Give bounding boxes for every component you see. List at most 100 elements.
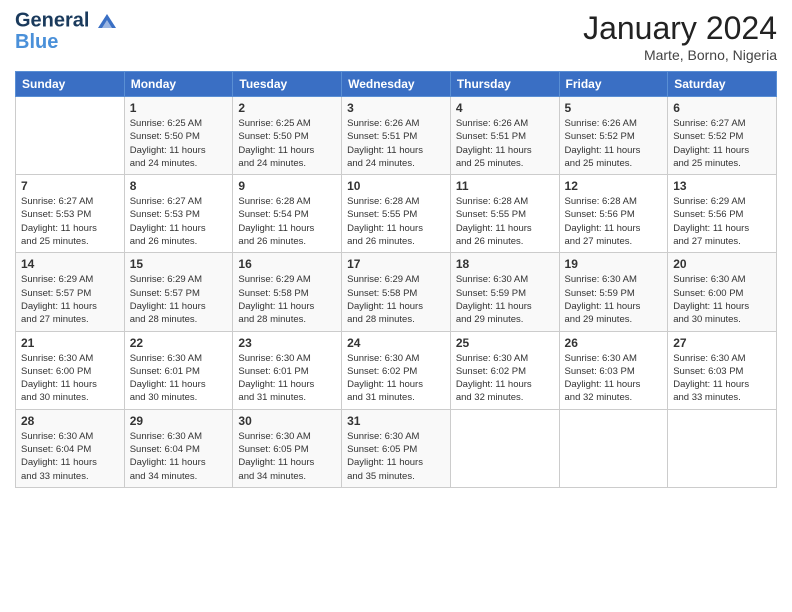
day-info: Sunrise: 6:30 AM Sunset: 5:59 PM Dayligh… [456,273,554,326]
calendar-cell: 13 Sunrise: 6:29 AM Sunset: 5:56 PM Dayli… [668,175,777,253]
day-number: 13 [673,179,771,193]
day-info: Sunrise: 6:28 AM Sunset: 5:55 PM Dayligh… [347,195,445,248]
calendar-cell: 15 Sunrise: 6:29 AM Sunset: 5:57 PM Dayli… [124,253,233,331]
calendar-cell: 27Sunrise: 6:30 AM Sunset: 6:03 PM Dayli… [668,331,777,409]
day-number: 11 [456,179,554,193]
calendar-cell: 24Sunrise: 6:30 AM Sunset: 6:02 PM Dayli… [342,331,451,409]
calendar-cell: 25Sunrise: 6:30 AM Sunset: 6:02 PM Dayli… [450,331,559,409]
day-number: 3 [347,101,445,115]
day-info: Sunrise: 6:28 AM Sunset: 5:56 PM Dayligh… [565,195,663,248]
calendar-cell: 3 Sunrise: 6:26 AM Sunset: 5:51 PM Daylig… [342,97,451,175]
day-info: Sunrise: 6:30 AM Sunset: 6:01 PM Dayligh… [130,352,228,405]
day-number: 23 [238,336,336,350]
day-info: Sunrise: 6:26 AM Sunset: 5:51 PM Dayligh… [456,117,554,170]
calendar-cell [668,409,777,487]
day-info: Sunrise: 6:30 AM Sunset: 6:05 PM Dayligh… [238,430,336,483]
day-info: Sunrise: 6:29 AM Sunset: 5:57 PM Dayligh… [130,273,228,326]
day-info: Sunrise: 6:25 AM Sunset: 5:50 PM Dayligh… [130,117,228,170]
logo: General Blue [15,10,118,52]
calendar-cell: 17 Sunrise: 6:29 AM Sunset: 5:58 PM Dayli… [342,253,451,331]
day-info: Sunrise: 6:29 AM Sunset: 5:57 PM Dayligh… [21,273,119,326]
calendar-cell: 4 Sunrise: 6:26 AM Sunset: 5:51 PM Daylig… [450,97,559,175]
logo-icon [96,10,118,32]
calendar-cell: 30 Sunrise: 6:30 AM Sunset: 6:05 PM Dayli… [233,409,342,487]
calendar-cell: 16Sunrise: 6:29 AM Sunset: 5:58 PM Dayli… [233,253,342,331]
header: General Blue January 2024 Marte, Borno, … [15,10,777,63]
day-number: 19 [565,257,663,271]
calendar-cell: 10 Sunrise: 6:28 AM Sunset: 5:55 PM Dayli… [342,175,451,253]
day-info: Sunrise: 6:30 AM Sunset: 6:02 PM Dayligh… [347,352,445,405]
calendar-cell: 1 Sunrise: 6:25 AM Sunset: 5:50 PM Daylig… [124,97,233,175]
calendar-cell: 14 Sunrise: 6:29 AM Sunset: 5:57 PM Dayli… [16,253,125,331]
day-info: Sunrise: 6:30 AM Sunset: 6:03 PM Dayligh… [673,352,771,405]
calendar-cell: 29Sunrise: 6:30 AM Sunset: 6:04 PM Dayli… [124,409,233,487]
calendar-page: General Blue January 2024 Marte, Borno, … [0,0,792,612]
day-number: 4 [456,101,554,115]
calendar-cell: 7 Sunrise: 6:27 AM Sunset: 5:53 PM Daylig… [16,175,125,253]
day-number: 6 [673,101,771,115]
weekday-header-friday: Friday [559,72,668,97]
day-number: 10 [347,179,445,193]
day-number: 30 [238,414,336,428]
day-info: Sunrise: 6:30 AM Sunset: 6:01 PM Dayligh… [238,352,336,405]
day-info: Sunrise: 6:30 AM Sunset: 5:59 PM Dayligh… [565,273,663,326]
weekday-header-wednesday: Wednesday [342,72,451,97]
day-info: Sunrise: 6:30 AM Sunset: 6:05 PM Dayligh… [347,430,445,483]
calendar-cell: 2Sunrise: 6:25 AM Sunset: 5:50 PM Daylig… [233,97,342,175]
day-number: 8 [130,179,228,193]
weekday-header-monday: Monday [124,72,233,97]
day-info: Sunrise: 6:27 AM Sunset: 5:53 PM Dayligh… [130,195,228,248]
calendar-cell: 19 Sunrise: 6:30 AM Sunset: 5:59 PM Dayli… [559,253,668,331]
day-info: Sunrise: 6:30 AM Sunset: 6:00 PM Dayligh… [21,352,119,405]
day-number: 15 [130,257,228,271]
day-info: Sunrise: 6:27 AM Sunset: 5:53 PM Dayligh… [21,195,119,248]
day-number: 21 [21,336,119,350]
day-number: 12 [565,179,663,193]
calendar-cell: 6 Sunrise: 6:27 AM Sunset: 5:52 PM Daylig… [668,97,777,175]
week-row-5: 28 Sunrise: 6:30 AM Sunset: 6:04 PM Dayli… [16,409,777,487]
day-number: 14 [21,257,119,271]
day-info: Sunrise: 6:30 AM Sunset: 6:00 PM Dayligh… [673,273,771,326]
calendar-table: SundayMondayTuesdayWednesdayThursdayFrid… [15,71,777,488]
day-info: Sunrise: 6:29 AM Sunset: 5:58 PM Dayligh… [347,273,445,326]
day-number: 22 [130,336,228,350]
day-number: 26 [565,336,663,350]
calendar-cell: 12 Sunrise: 6:28 AM Sunset: 5:56 PM Dayli… [559,175,668,253]
day-number: 28 [21,414,119,428]
week-row-1: 1 Sunrise: 6:25 AM Sunset: 5:50 PM Daylig… [16,97,777,175]
day-number: 16 [238,257,336,271]
calendar-cell: 26 Sunrise: 6:30 AM Sunset: 6:03 PM Dayli… [559,331,668,409]
month-title: January 2024 [583,10,777,47]
day-number: 9 [238,179,336,193]
day-number: 31 [347,414,445,428]
day-info: Sunrise: 6:30 AM Sunset: 6:03 PM Dayligh… [565,352,663,405]
weekday-header-thursday: Thursday [450,72,559,97]
calendar-cell: 11 Sunrise: 6:28 AM Sunset: 5:55 PM Dayli… [450,175,559,253]
day-info: Sunrise: 6:26 AM Sunset: 5:52 PM Dayligh… [565,117,663,170]
day-number: 17 [347,257,445,271]
calendar-cell: 18 Sunrise: 6:30 AM Sunset: 5:59 PM Dayli… [450,253,559,331]
day-number: 1 [130,101,228,115]
day-number: 20 [673,257,771,271]
weekday-header-saturday: Saturday [668,72,777,97]
day-info: Sunrise: 6:27 AM Sunset: 5:52 PM Dayligh… [673,117,771,170]
day-info: Sunrise: 6:29 AM Sunset: 5:56 PM Dayligh… [673,195,771,248]
calendar-cell: 22 Sunrise: 6:30 AM Sunset: 6:01 PM Dayli… [124,331,233,409]
title-block: January 2024 Marte, Borno, Nigeria [583,10,777,63]
logo-blue: Blue [15,32,118,52]
day-info: Sunrise: 6:25 AM Sunset: 5:50 PM Dayligh… [238,117,336,170]
calendar-cell [559,409,668,487]
location-subtitle: Marte, Borno, Nigeria [583,47,777,63]
weekday-header-tuesday: Tuesday [233,72,342,97]
calendar-cell: 28 Sunrise: 6:30 AM Sunset: 6:04 PM Dayli… [16,409,125,487]
day-info: Sunrise: 6:26 AM Sunset: 5:51 PM Dayligh… [347,117,445,170]
day-number: 7 [21,179,119,193]
calendar-cell: 9Sunrise: 6:28 AM Sunset: 5:54 PM Daylig… [233,175,342,253]
calendar-cell [450,409,559,487]
day-info: Sunrise: 6:30 AM Sunset: 6:04 PM Dayligh… [21,430,119,483]
week-row-3: 14 Sunrise: 6:29 AM Sunset: 5:57 PM Dayli… [16,253,777,331]
day-number: 18 [456,257,554,271]
calendar-cell: 20 Sunrise: 6:30 AM Sunset: 6:00 PM Dayli… [668,253,777,331]
week-row-2: 7 Sunrise: 6:27 AM Sunset: 5:53 PM Daylig… [16,175,777,253]
day-info: Sunrise: 6:28 AM Sunset: 5:55 PM Dayligh… [456,195,554,248]
